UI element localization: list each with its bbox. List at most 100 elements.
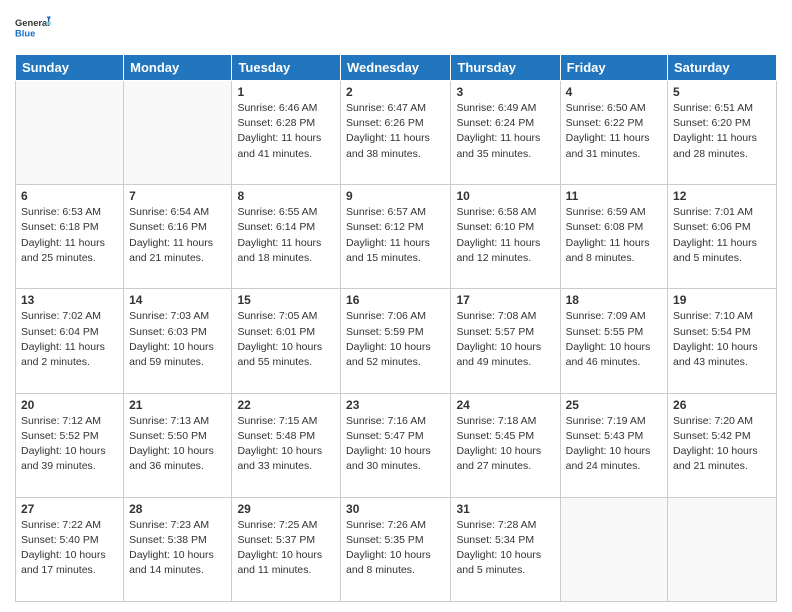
week-row-3: 13Sunrise: 7:02 AM Sunset: 6:04 PM Dayli… bbox=[16, 289, 777, 393]
day-number: 28 bbox=[129, 502, 226, 516]
day-number: 5 bbox=[673, 85, 771, 99]
day-number: 1 bbox=[237, 85, 335, 99]
calendar-cell: 31Sunrise: 7:28 AM Sunset: 5:34 PM Dayli… bbox=[451, 497, 560, 601]
day-info: Sunrise: 7:28 AM Sunset: 5:34 PM Dayligh… bbox=[456, 518, 554, 579]
day-info: Sunrise: 6:50 AM Sunset: 6:22 PM Dayligh… bbox=[566, 101, 662, 162]
day-number: 18 bbox=[566, 293, 662, 307]
day-number: 19 bbox=[673, 293, 771, 307]
day-info: Sunrise: 6:58 AM Sunset: 6:10 PM Dayligh… bbox=[456, 205, 554, 266]
col-header-wednesday: Wednesday bbox=[341, 55, 451, 81]
day-info: Sunrise: 6:49 AM Sunset: 6:24 PM Dayligh… bbox=[456, 101, 554, 162]
day-number: 12 bbox=[673, 189, 771, 203]
day-number: 10 bbox=[456, 189, 554, 203]
day-info: Sunrise: 6:55 AM Sunset: 6:14 PM Dayligh… bbox=[237, 205, 335, 266]
header-row: SundayMondayTuesdayWednesdayThursdayFrid… bbox=[16, 55, 777, 81]
day-number: 27 bbox=[21, 502, 118, 516]
col-header-thursday: Thursday bbox=[451, 55, 560, 81]
calendar-cell: 15Sunrise: 7:05 AM Sunset: 6:01 PM Dayli… bbox=[232, 289, 341, 393]
calendar-cell bbox=[124, 81, 232, 185]
day-number: 20 bbox=[21, 398, 118, 412]
calendar-cell: 26 Sunrise: 7:20 AM Sunset: 5:42 PM Dayli… bbox=[668, 393, 777, 497]
calendar-cell: 7 Sunrise: 6:54 AM Sunset: 6:16 PM Daylig… bbox=[124, 185, 232, 289]
day-number: 6 bbox=[21, 189, 118, 203]
day-number: 17 bbox=[456, 293, 554, 307]
day-info: Sunrise: 7:06 AM Sunset: 5:59 PM Dayligh… bbox=[346, 309, 445, 370]
calendar-cell: 16 Sunrise: 7:06 AM Sunset: 5:59 PM Dayli… bbox=[341, 289, 451, 393]
day-info: Sunrise: 7:25 AM Sunset: 5:37 PM Dayligh… bbox=[237, 518, 335, 579]
day-info: Sunrise: 7:23 AM Sunset: 5:38 PM Dayligh… bbox=[129, 518, 226, 579]
day-info: Sunrise: 6:57 AM Sunset: 6:12 PM Dayligh… bbox=[346, 205, 445, 266]
logo-svg: General Blue bbox=[15, 10, 51, 46]
day-info: Sunrise: 6:54 AM Sunset: 6:16 PM Dayligh… bbox=[129, 205, 226, 266]
day-info: Sunrise: 7:10 AM Sunset: 5:54 PM Dayligh… bbox=[673, 309, 771, 370]
day-info: Sunrise: 7:18 AM Sunset: 5:45 PM Dayligh… bbox=[456, 414, 554, 475]
day-number: 21 bbox=[129, 398, 226, 412]
calendar-cell: 21 Sunrise: 7:13 AM Sunset: 5:50 PM Dayli… bbox=[124, 393, 232, 497]
day-number: 11 bbox=[566, 189, 662, 203]
day-info: Sunrise: 6:51 AM Sunset: 6:20 PM Dayligh… bbox=[673, 101, 771, 162]
day-info: Sunrise: 7:02 AM Sunset: 6:04 PM Dayligh… bbox=[21, 309, 118, 370]
calendar-cell: 6 Sunrise: 6:53 AM Sunset: 6:18 PM Daylig… bbox=[16, 185, 124, 289]
calendar-cell: 29 Sunrise: 7:25 AM Sunset: 5:37 PM Dayli… bbox=[232, 497, 341, 601]
day-number: 4 bbox=[566, 85, 662, 99]
calendar-cell: 18 Sunrise: 7:09 AM Sunset: 5:55 PM Dayli… bbox=[560, 289, 667, 393]
day-number: 16 bbox=[346, 293, 445, 307]
day-number: 26 bbox=[673, 398, 771, 412]
calendar-cell bbox=[668, 497, 777, 601]
day-info: Sunrise: 7:09 AM Sunset: 5:55 PM Dayligh… bbox=[566, 309, 662, 370]
day-info: Sunrise: 7:22 AM Sunset: 5:40 PM Dayligh… bbox=[21, 518, 118, 579]
calendar-table: SundayMondayTuesdayWednesdayThursdayFrid… bbox=[15, 54, 777, 602]
calendar-cell bbox=[560, 497, 667, 601]
header: General Blue bbox=[15, 10, 777, 46]
day-info: Sunrise: 7:01 AM Sunset: 6:06 PM Dayligh… bbox=[673, 205, 771, 266]
calendar-cell: 17 Sunrise: 7:08 AM Sunset: 5:57 PM Dayli… bbox=[451, 289, 560, 393]
col-header-sunday: Sunday bbox=[16, 55, 124, 81]
day-number: 9 bbox=[346, 189, 445, 203]
day-info: Sunrise: 7:26 AM Sunset: 5:35 PM Dayligh… bbox=[346, 518, 445, 579]
svg-text:Blue: Blue bbox=[15, 29, 35, 39]
day-info: Sunrise: 7:19 AM Sunset: 5:43 PM Dayligh… bbox=[566, 414, 662, 475]
calendar-cell: 23 Sunrise: 7:16 AM Sunset: 5:47 PM Dayli… bbox=[341, 393, 451, 497]
col-header-saturday: Saturday bbox=[668, 55, 777, 81]
week-row-4: 20Sunrise: 7:12 AM Sunset: 5:52 PM Dayli… bbox=[16, 393, 777, 497]
calendar-cell: 24Sunrise: 7:18 AM Sunset: 5:45 PM Dayli… bbox=[451, 393, 560, 497]
day-info: Sunrise: 7:03 AM Sunset: 6:03 PM Dayligh… bbox=[129, 309, 226, 370]
day-number: 7 bbox=[129, 189, 226, 203]
calendar-cell: 20Sunrise: 7:12 AM Sunset: 5:52 PM Dayli… bbox=[16, 393, 124, 497]
day-number: 25 bbox=[566, 398, 662, 412]
day-info: Sunrise: 7:15 AM Sunset: 5:48 PM Dayligh… bbox=[237, 414, 335, 475]
week-row-1: 1 Sunrise: 6:46 AM Sunset: 6:28 PM Daylig… bbox=[16, 81, 777, 185]
calendar-cell bbox=[16, 81, 124, 185]
day-info: Sunrise: 7:20 AM Sunset: 5:42 PM Dayligh… bbox=[673, 414, 771, 475]
page: General Blue SundayMondayTuesdayWednesda… bbox=[0, 0, 792, 612]
calendar-cell: 1 Sunrise: 6:46 AM Sunset: 6:28 PM Daylig… bbox=[232, 81, 341, 185]
calendar-cell: 25 Sunrise: 7:19 AM Sunset: 5:43 PM Dayli… bbox=[560, 393, 667, 497]
day-number: 29 bbox=[237, 502, 335, 516]
day-number: 2 bbox=[346, 85, 445, 99]
week-row-2: 6 Sunrise: 6:53 AM Sunset: 6:18 PM Daylig… bbox=[16, 185, 777, 289]
day-number: 14 bbox=[129, 293, 226, 307]
day-info: Sunrise: 7:05 AM Sunset: 6:01 PM Dayligh… bbox=[237, 309, 335, 370]
day-info: Sunrise: 6:46 AM Sunset: 6:28 PM Dayligh… bbox=[237, 101, 335, 162]
calendar-cell: 30Sunrise: 7:26 AM Sunset: 5:35 PM Dayli… bbox=[341, 497, 451, 601]
day-info: Sunrise: 6:47 AM Sunset: 6:26 PM Dayligh… bbox=[346, 101, 445, 162]
day-info: Sunrise: 7:13 AM Sunset: 5:50 PM Dayligh… bbox=[129, 414, 226, 475]
calendar-cell: 14 Sunrise: 7:03 AM Sunset: 6:03 PM Dayli… bbox=[124, 289, 232, 393]
day-number: 3 bbox=[456, 85, 554, 99]
day-info: Sunrise: 7:16 AM Sunset: 5:47 PM Dayligh… bbox=[346, 414, 445, 475]
calendar-cell: 11 Sunrise: 6:59 AM Sunset: 6:08 PM Dayli… bbox=[560, 185, 667, 289]
calendar-cell: 5 Sunrise: 6:51 AM Sunset: 6:20 PM Daylig… bbox=[668, 81, 777, 185]
col-header-friday: Friday bbox=[560, 55, 667, 81]
calendar-cell: 12 Sunrise: 7:01 AM Sunset: 6:06 PM Dayli… bbox=[668, 185, 777, 289]
col-header-monday: Monday bbox=[124, 55, 232, 81]
day-number: 23 bbox=[346, 398, 445, 412]
calendar-cell: 3 Sunrise: 6:49 AM Sunset: 6:24 PM Daylig… bbox=[451, 81, 560, 185]
day-info: Sunrise: 6:59 AM Sunset: 6:08 PM Dayligh… bbox=[566, 205, 662, 266]
day-info: Sunrise: 6:53 AM Sunset: 6:18 PM Dayligh… bbox=[21, 205, 118, 266]
calendar-cell: 10 Sunrise: 6:58 AM Sunset: 6:10 PM Dayli… bbox=[451, 185, 560, 289]
col-header-tuesday: Tuesday bbox=[232, 55, 341, 81]
day-number: 8 bbox=[237, 189, 335, 203]
day-info: Sunrise: 7:08 AM Sunset: 5:57 PM Dayligh… bbox=[456, 309, 554, 370]
calendar-cell: 8 Sunrise: 6:55 AM Sunset: 6:14 PM Daylig… bbox=[232, 185, 341, 289]
calendar-cell: 22Sunrise: 7:15 AM Sunset: 5:48 PM Dayli… bbox=[232, 393, 341, 497]
